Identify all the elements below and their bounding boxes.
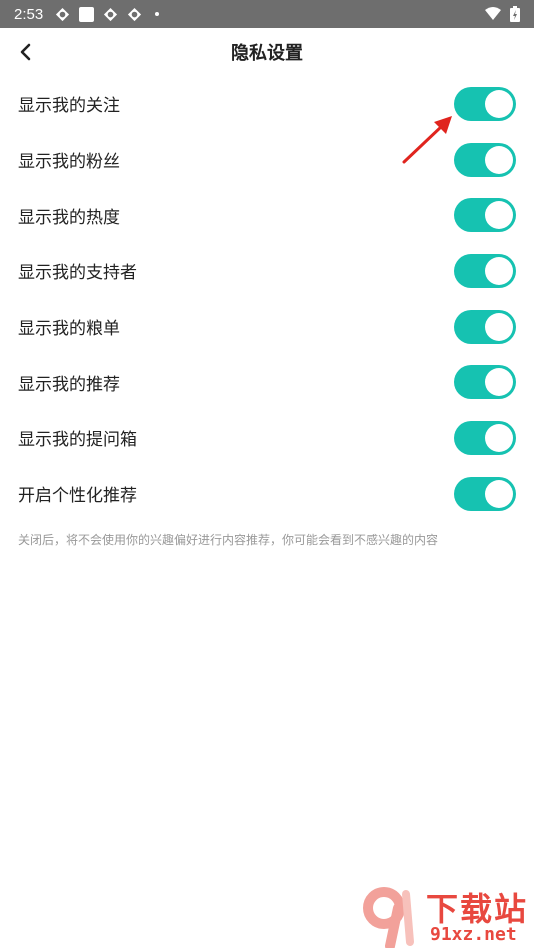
setting-row-show-supporters: 显示我的支持者 (0, 243, 534, 299)
toggle-knob (485, 423, 513, 452)
dot-icon (155, 12, 160, 16)
toggle-switch[interactable] (454, 142, 516, 177)
watermark-url: 91xz.net (430, 924, 517, 945)
annotation-arrow-icon (402, 116, 452, 164)
setting-label: 显示我的支持者 (18, 263, 137, 284)
toggle-switch[interactable] (454, 420, 516, 455)
diamond-icon (128, 7, 142, 21)
setting-label: 显示我的提问箱 (18, 430, 137, 451)
setting-row-personalized-recommend: 开启个性化推荐 (0, 466, 534, 522)
toggle-knob (485, 368, 513, 397)
toggle-knob (485, 312, 513, 341)
battery-icon (510, 6, 520, 22)
toggle-knob (485, 256, 513, 285)
page-title: 隐私设置 (231, 43, 303, 64)
toggle-switch[interactable] (454, 86, 516, 121)
chevron-left-icon (20, 43, 31, 61)
setting-label: 开启个性化推荐 (18, 486, 137, 507)
setting-label: 显示我的关注 (18, 96, 120, 117)
setting-label: 显示我的粮单 (18, 319, 120, 340)
status-time: 2:53 (14, 5, 44, 23)
toggle-switch[interactable] (454, 253, 516, 288)
toggle-switch[interactable] (454, 309, 516, 344)
wifi-icon (485, 7, 501, 20)
toggle-switch[interactable] (454, 476, 516, 511)
setting-row-show-popularity: 显示我的热度 (0, 187, 534, 243)
personalization-note: 关闭后，将不会使用你的兴趣偏好进行内容推荐，你可能会看到不感兴趣的内容 (18, 533, 439, 547)
toggle-knob (485, 89, 513, 118)
square-icon (79, 6, 95, 22)
toggle-knob (485, 201, 513, 230)
toggle-knob (485, 145, 513, 174)
back-button[interactable] (12, 38, 40, 66)
setting-label: 显示我的粉丝 (18, 152, 120, 173)
setting-label: 显示我的热度 (18, 207, 120, 228)
setting-label: 显示我的推荐 (18, 374, 120, 395)
setting-row-show-recommend: 显示我的推荐 (0, 354, 534, 410)
diamond-icon (56, 7, 70, 21)
toggle-knob (485, 479, 513, 508)
status-system-icons (484, 6, 520, 22)
page-header: 隐私设置 (0, 28, 534, 76)
status-bar: 2:53 (0, 0, 534, 28)
toggle-switch[interactable] (454, 365, 516, 400)
setting-row-show-question-box: 显示我的提问箱 (0, 410, 534, 466)
watermark: 下载站 91xz.net (360, 884, 534, 950)
setting-row-show-list: 显示我的粮单 (0, 299, 534, 355)
status-notification-icons (55, 6, 160, 22)
watermark-logo-icon (363, 887, 414, 948)
diamond-icon (104, 7, 118, 21)
toggle-switch[interactable] (454, 198, 516, 233)
